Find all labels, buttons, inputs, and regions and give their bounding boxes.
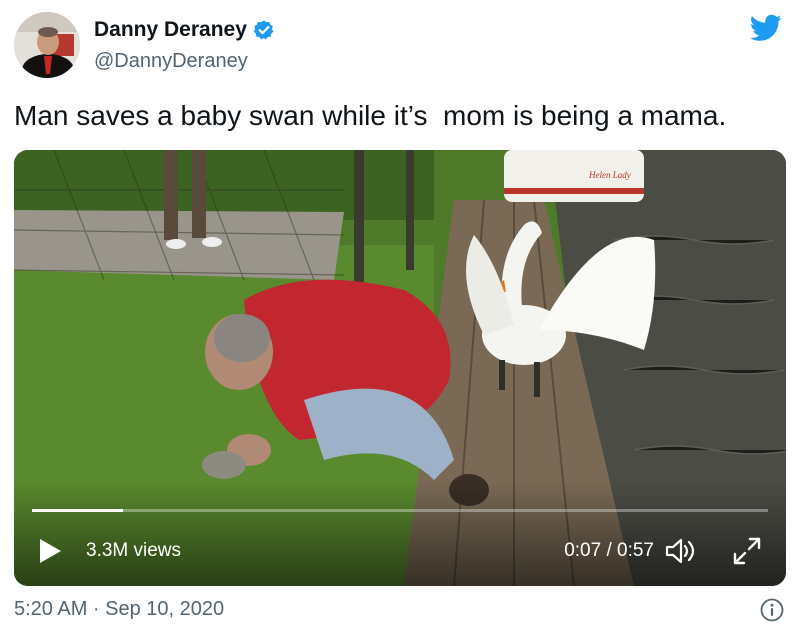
fullscreen-icon[interactable] (732, 536, 762, 566)
video-progress-bar[interactable] (32, 509, 768, 512)
view-count: 3.3M views (86, 540, 182, 561)
video-controls: 3.3M views 0:07 / 0:57 (14, 516, 786, 586)
author-handle[interactable]: @DannyDeraney (94, 50, 248, 73)
verified-badge-icon (253, 20, 274, 40)
author-name[interactable]: Danny Deraney (94, 18, 247, 42)
boat-lettering: Helen Lady (588, 170, 631, 180)
video-time: 0:07 / 0:57 (564, 540, 654, 561)
info-icon[interactable] (760, 598, 784, 622)
play-icon[interactable] (38, 538, 62, 564)
avatar[interactable] (14, 12, 80, 78)
video-player[interactable]: Helen Lady 3.3M views 0:07 / 0:57 (14, 150, 786, 586)
twitter-bird-icon[interactable] (750, 14, 782, 42)
tweet-text: Man saves a baby swan while it’s mom is … (14, 100, 727, 131)
volume-icon[interactable] (664, 536, 696, 566)
tweet-timestamp[interactable]: 5:20 AM · Sep 10, 2020 (14, 598, 224, 621)
author-name-row[interactable]: Danny Deraney (94, 18, 275, 42)
avatar-image (14, 12, 80, 78)
video-progress-fill (32, 509, 123, 512)
